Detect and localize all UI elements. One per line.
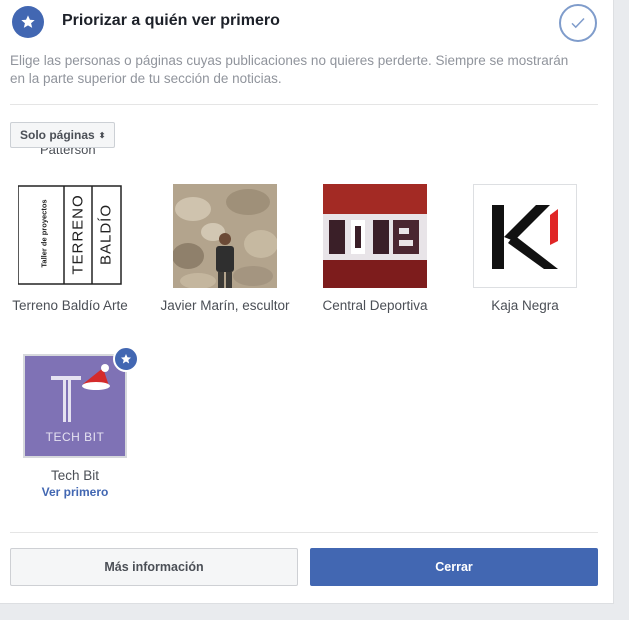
- page-name: Terreno Baldío Arte: [12, 298, 128, 313]
- dialog-title: Priorizar a quién ver primero: [62, 12, 280, 29]
- dialog-description: Elige las personas o páginas cuyas publi…: [10, 53, 569, 86]
- dialog-header: Priorizar a quién ver primero: [12, 4, 602, 42]
- page-thumbnail[interactable]: [323, 184, 427, 288]
- logo-text-b: BALDÍO: [97, 203, 115, 266]
- logo-text: TECH BIT: [45, 430, 105, 444]
- filter-dropdown[interactable]: Solo páginas ⬍: [10, 122, 116, 148]
- page-thumbnail[interactable]: Taller de proyectos TERRENO BALDÍO: [18, 184, 122, 288]
- divider: [10, 104, 598, 105]
- page-name: Javier Marín, escultor: [160, 298, 290, 313]
- star-icon: [12, 6, 44, 38]
- page-thumbnail[interactable]: TECH BIT: [23, 354, 127, 458]
- close-button[interactable]: Cerrar: [310, 548, 598, 586]
- chevron-updown-icon: ⬍: [98, 130, 106, 140]
- check-icon[interactable]: [559, 4, 597, 42]
- divider: [10, 532, 598, 533]
- more-info-button[interactable]: Más información: [10, 548, 298, 586]
- page-tile-javier-marin[interactable]: Javier Marín, escultor: [155, 184, 295, 313]
- page-tile-tech-bit[interactable]: TECH BIT Tech Bit Ver primero: [5, 346, 145, 499]
- page-tile-central-deportiva[interactable]: Central Deportiva: [305, 184, 445, 313]
- partial-page-name: Patterson: [40, 148, 96, 157]
- logo-small-text: Taller de proyectos: [39, 199, 49, 268]
- page-thumbnail[interactable]: [173, 184, 277, 288]
- page-name: Central Deportiva: [322, 298, 428, 313]
- see-first-dialog: Priorizar a quién ver primero Elige las …: [0, 0, 614, 604]
- page-tile-kaja-negra[interactable]: Kaja Negra: [455, 184, 595, 313]
- logo-text-a: TERRENO: [69, 194, 87, 275]
- filter-label: Solo páginas: [20, 128, 95, 142]
- page-name: Tech Bit: [50, 468, 100, 483]
- page-tile-terreno-baldio[interactable]: Taller de proyectos TERRENO BALDÍO Terre…: [0, 184, 140, 313]
- see-first-link[interactable]: Ver primero: [5, 485, 145, 499]
- star-icon: [113, 346, 139, 372]
- page-name: Kaja Negra: [491, 298, 559, 313]
- page-thumbnail[interactable]: [473, 184, 577, 288]
